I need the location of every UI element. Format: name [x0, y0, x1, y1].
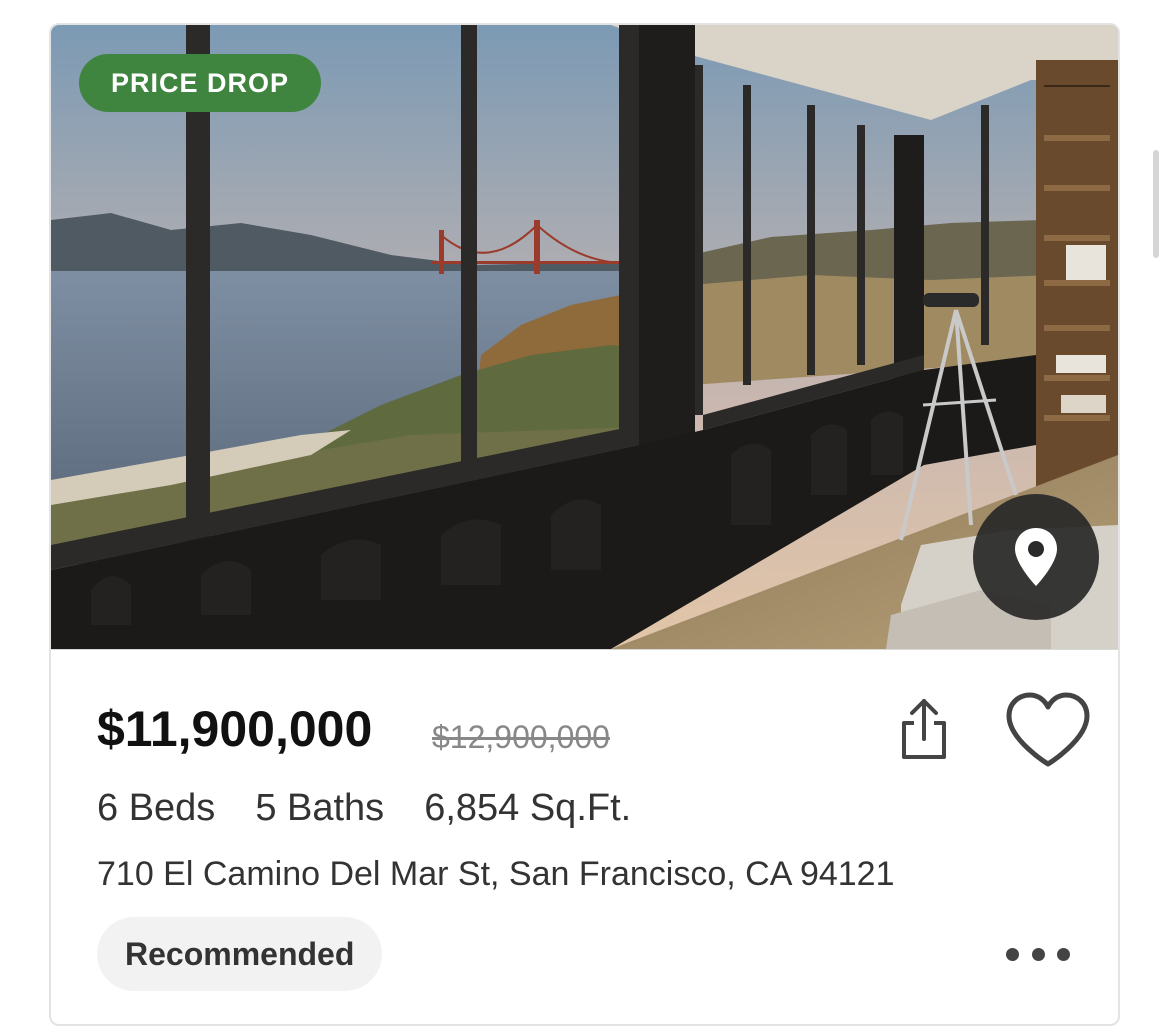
more-horizontal-icon: [1057, 947, 1070, 961]
recommended-tag: Recommended: [97, 917, 383, 991]
share-button[interactable]: [892, 695, 956, 763]
share-icon: [902, 699, 946, 759]
heart-icon: [1006, 692, 1090, 767]
more-horizontal-icon: [1006, 947, 1019, 961]
original-price: $12,900,000: [432, 719, 610, 755]
more-horizontal-icon: [1031, 947, 1045, 961]
listing-photo[interactable]: PRICE DROP: [51, 25, 1118, 650]
scrollbar[interactable]: [1153, 150, 1159, 258]
map-pin-icon: [1015, 528, 1057, 586]
favorite-button[interactable]: [1003, 690, 1093, 772]
map-button[interactable]: [973, 494, 1099, 620]
more-options-button[interactable]: [1006, 937, 1070, 971]
current-price: $11,900,000: [97, 701, 373, 757]
property-address: 710 El Camino Del Mar St, San Francisco,…: [97, 855, 895, 893]
listing-card[interactable]: PRICE DROP $11,900,000 $12,900,000 6 Bed…: [49, 23, 1120, 1026]
square-footage: 6,854 Sq.Ft.: [424, 787, 632, 829]
baths-count: 5 Baths: [255, 787, 385, 829]
price-drop-badge: PRICE DROP: [79, 54, 322, 112]
beds-count: 6 Beds: [97, 787, 216, 829]
room-view-image: [51, 25, 1118, 649]
property-facts: 6 Beds 5 Baths 6,854 Sq.Ft.: [97, 783, 671, 833]
